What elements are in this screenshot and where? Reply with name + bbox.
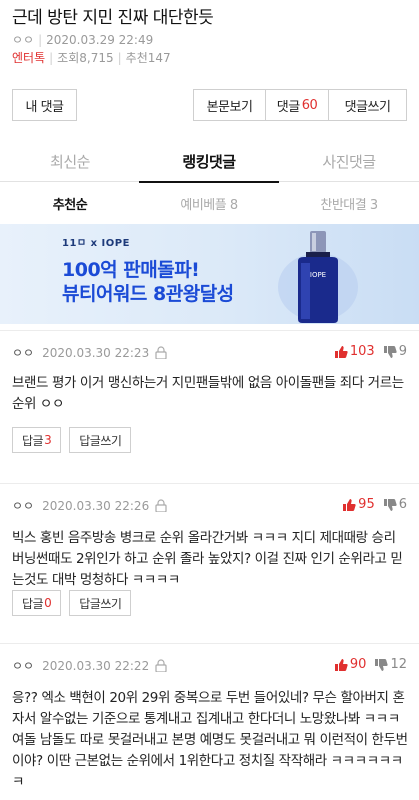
downvote-count: 9 [398,344,407,359]
comment-header: ㅇㅇ 2020.03.30 22:26 95 6 [12,497,407,515]
comment-subtabs: 추천순 예비베플 8 찬반대결 3 [0,183,419,223]
post-author[interactable]: ㅇㅇ [12,33,34,47]
comment-author[interactable]: ㅇㅇ [12,659,34,673]
comment-votes: 95 6 [342,497,407,512]
downvote-button[interactable]: 9 [383,344,407,359]
thumbs-up-icon [334,658,348,671]
comment-button-group: 본문보기 댓글 60 댓글쓰기 [193,89,407,121]
comments-count: 60 [301,97,318,113]
downvote-count: 12 [390,657,407,672]
comment-text: 응?? 엑소 백현이 20위 29위 중복으로 두번 들어있네? 무슨 할아버지… [12,690,408,790]
comment-tabs: 최신순 랭킹댓글 사진댓글 [0,140,419,183]
lock-icon[interactable] [155,499,167,512]
post-category[interactable]: 엔터톡 [12,51,45,65]
post-datetime: 2020.03.29 22:49 [46,33,154,47]
tab-photo[interactable]: 사진댓글 [279,140,419,182]
post-title: 근데 방탄 지민 진짜 대단한듯 [12,8,214,28]
subtab-pro-con[interactable]: 찬반대결 3 [279,183,419,223]
banner-headline-1: 100억 판매돌파! [62,259,200,281]
comments-button[interactable]: 댓글 60 [265,89,329,121]
comment-votes: 103 9 [334,344,407,359]
thumbs-down-icon [383,345,397,358]
reply-count: 3 [44,433,52,447]
thumbs-up-icon [343,498,356,511]
comment-author[interactable]: ㅇㅇ [12,346,34,360]
post-stats: 엔터톡 | 조회8,715 | 추천147 [12,51,171,65]
downvote-button[interactable]: 6 [383,497,407,512]
lock-icon[interactable] [155,346,167,359]
thumbs-down-icon [383,498,397,511]
upvote-button[interactable]: 103 [334,344,375,359]
tab-ranking[interactable]: 랭킹댓글 [139,140,279,183]
post-recommends: 추천147 [125,51,171,65]
thumbs-down-icon [375,658,389,671]
comment-date: 2020.03.30 22:26 [42,499,150,513]
replies-button[interactable]: 답글 3 [12,427,62,453]
upvote-count: 103 [349,344,375,359]
comments-label: 댓글 [276,99,300,115]
upvote-count: 90 [349,657,367,672]
serum-bottle-image: IOPE [278,231,358,323]
comment-votes: 90 12 [334,657,407,672]
downvote-count: 6 [398,497,407,512]
post-meta: ㅇㅇ | 2020.03.29 22:49 [12,33,154,47]
comment-text: 빅스 홍빈 음주방송 병크로 순위 올라간거봐 ㅋㅋㅋ 지디 제대때랑 승리 버… [12,530,403,588]
comment-date: 2020.03.30 22:22 [42,659,150,673]
view-post-button[interactable]: 본문보기 [193,89,266,121]
subtab-preliminary-best[interactable]: 예비베플 8 [139,183,279,223]
comment-item: ㅇㅇ 2020.03.30 22:22 90 12 응?? 엑소 백현이 20위 … [0,643,419,800]
bottle-label: IOPE [310,271,326,279]
lock-icon[interactable] [155,659,167,672]
replies-button[interactable]: 답글 0 [12,590,62,616]
write-comment-button[interactable]: 댓글쓰기 [328,89,407,121]
upvote-button[interactable]: 90 [334,657,367,672]
thumbs-up-icon [334,345,348,358]
comment-actions: 답글 0 답글쓰기 [12,590,132,616]
comment-item: ㅇㅇ 2020.03.30 22:26 95 6 빅스 홍빈 음주방송 병크로 순… [0,483,419,643]
post-views: 조회8,715 [57,51,114,65]
banner-brand: 11ㅁ x IOPE [62,238,130,249]
my-comments-button[interactable]: 내 댓글 [12,89,77,121]
comment-text: 브랜드 평가 이거 맹신하는거 지민팬들밖에 없음 아이돌팬들 죄다 거르는 순… [12,375,404,412]
subtab-recommended[interactable]: 추천순 [0,183,140,223]
ad-banner[interactable]: 11ㅁ x IOPE 100억 판매돌파! 뷰티어워드 8관왕달성 IOPE [0,224,419,324]
replies-label: 답글 [22,596,44,611]
comment-header: ㅇㅇ 2020.03.30 22:23 103 9 [12,344,407,362]
post-header: 근데 방탄 지민 진짜 대단한듯 ㅇㅇ | 2020.03.29 22:49 엔터톡… [0,0,419,67]
action-button-row: 내 댓글 본문보기 댓글 60 댓글쓰기 [12,89,407,121]
comment-date: 2020.03.30 22:23 [42,346,150,360]
comment-actions: 답글 3 답글쓰기 [12,427,132,453]
write-reply-button[interactable]: 답글쓰기 [69,590,132,616]
comment-author[interactable]: ㅇㅇ [12,499,34,513]
tab-latest[interactable]: 최신순 [0,140,140,182]
reply-count: 0 [44,596,52,610]
banner-headline-2: 뷰티어워드 8관왕달성 [62,283,234,305]
write-reply-button[interactable]: 답글쓰기 [69,427,132,453]
comment-item: ㅇㅇ 2020.03.30 22:23 103 9 브랜드 평가 이거 맹신하는거… [0,330,419,483]
upvote-button[interactable]: 95 [342,497,375,512]
downvote-button[interactable]: 12 [374,657,407,672]
comment-header: ㅇㅇ 2020.03.30 22:22 90 12 [12,657,407,675]
upvote-count: 95 [358,497,375,512]
replies-label: 답글 [22,433,44,448]
